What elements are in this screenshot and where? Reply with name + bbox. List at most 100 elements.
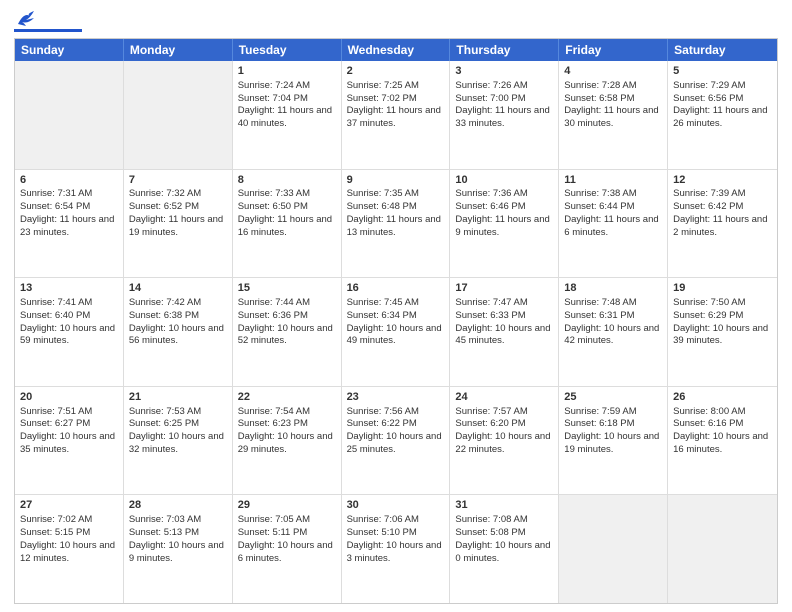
day-number: 15	[238, 281, 336, 296]
calendar-cell: 21Sunrise: 7:53 AMSunset: 6:25 PMDayligh…	[124, 387, 233, 495]
day-number: 20	[20, 390, 118, 405]
calendar-cell: 14Sunrise: 7:42 AM Sunset: 6:38 PM Dayligh…	[124, 278, 233, 386]
daylight-text: Daylight: 10 hours and 0 minutes.	[455, 540, 550, 564]
calendar-cell: 31Sunrise: 7:08 AMSunset: 5:08 PMDayligh…	[450, 495, 559, 603]
sunset-text: Sunset: 6:46 PM	[455, 201, 525, 212]
daylight-text: Daylight: 11 hours and 40 minutes.	[238, 105, 332, 129]
daylight-text: Daylight: 11 hours and 23 minutes.	[20, 214, 114, 238]
calendar-row-1: 6Sunrise: 7:31 AMSunset: 6:54 PMDaylight…	[15, 170, 777, 279]
day-number: 29	[238, 498, 336, 513]
day-number: 18	[564, 281, 662, 296]
daylight-text: Daylight: 11 hours and 33 minutes.	[455, 105, 549, 129]
sunset-text: Sunset: 5:10 PM	[347, 527, 417, 538]
sunset-text: Sunset: 6:42 PM	[673, 201, 743, 212]
daylight-text: Daylight: 11 hours and 9 minutes.	[455, 214, 549, 238]
calendar-body: 1Sunrise: 7:24 AMSunset: 7:04 PMDaylight…	[15, 61, 777, 603]
sunrise-text: Sunrise: 7:38 AM	[564, 188, 636, 199]
day-number: 2	[347, 64, 445, 79]
calendar-cell: 25Sunrise: 7:59 AMSunset: 6:18 PMDayligh…	[559, 387, 668, 495]
header-day-friday: Friday	[559, 39, 668, 61]
calendar-cell: 18Sunrise: 7:48 AMSunset: 6:31 PMDayligh…	[559, 278, 668, 386]
header-day-wednesday: Wednesday	[342, 39, 451, 61]
calendar-cell	[15, 61, 124, 169]
sunrise-text: Sunrise: 8:00 AM	[673, 406, 745, 417]
sunrise-text: Sunrise: 7:05 AM	[238, 514, 310, 525]
day-number: 14	[129, 281, 227, 296]
calendar-cell: 27Sunrise: 7:02 AMSunset: 5:15 PMDayligh…	[15, 495, 124, 603]
sunrise-text: Sunrise: 7:56 AM	[347, 406, 419, 417]
sunrise-text: Sunrise: 7:41 AM	[20, 297, 92, 308]
sunrise-text: Sunrise: 7:28 AM	[564, 80, 636, 91]
header-day-monday: Monday	[124, 39, 233, 61]
day-number: 3	[455, 64, 553, 79]
sunset-text: Sunset: 6:22 PM	[347, 418, 417, 429]
sunset-text: Sunset: 5:15 PM	[20, 527, 90, 538]
sunset-text: Sunset: 6:52 PM	[129, 201, 199, 212]
day-number: 24	[455, 390, 553, 405]
calendar-cell: 2Sunrise: 7:25 AMSunset: 7:02 PMDaylight…	[342, 61, 451, 169]
header-day-tuesday: Tuesday	[233, 39, 342, 61]
day-number: 5	[673, 64, 772, 79]
sunrise-text: Sunrise: 7:03 AM	[129, 514, 201, 525]
calendar-row-2: 13Sunrise: 7:41 AMSunset: 6:40 PMDayligh…	[15, 278, 777, 387]
sunset-text: Sunset: 5:13 PM	[129, 527, 199, 538]
daylight-text: Daylight: 10 hours and 52 minutes.	[238, 323, 333, 347]
sunset-text: Sunset: 6:50 PM	[238, 201, 308, 212]
day-number: 28	[129, 498, 227, 513]
logo-bird-icon	[16, 10, 38, 28]
sunset-text: Sunset: 6:44 PM	[564, 201, 634, 212]
calendar-cell	[124, 61, 233, 169]
daylight-text: Daylight: 10 hours and 45 minutes.	[455, 323, 550, 347]
sunset-text: Sunset: 6:18 PM	[564, 418, 634, 429]
daylight-text: Daylight: 10 hours and 3 minutes.	[347, 540, 442, 564]
daylight-text: Daylight: 11 hours and 13 minutes.	[347, 214, 441, 238]
calendar-cell: 17Sunrise: 7:47 AMSunset: 6:33 PMDayligh…	[450, 278, 559, 386]
day-number: 12	[673, 173, 772, 188]
calendar-cell: 6Sunrise: 7:31 AMSunset: 6:54 PMDaylight…	[15, 170, 124, 278]
sunrise-text: Sunrise: 7:54 AM	[238, 406, 310, 417]
sunrise-text: Sunrise: 7:53 AM	[129, 406, 201, 417]
sunrise-text: Sunrise: 7:59 AM	[564, 406, 636, 417]
calendar-cell: 13Sunrise: 7:41 AMSunset: 6:40 PMDayligh…	[15, 278, 124, 386]
sunrise-text: Sunrise: 7:35 AM	[347, 188, 419, 199]
daylight-text: Daylight: 10 hours and 39 minutes.	[673, 323, 768, 347]
calendar-cell: 11Sunrise: 7:38 AMSunset: 6:44 PMDayligh…	[559, 170, 668, 278]
sunset-text: Sunset: 6:27 PM	[20, 418, 90, 429]
day-number: 10	[455, 173, 553, 188]
day-number: 30	[347, 498, 445, 513]
sunset-text: Sunset: 6:31 PM	[564, 310, 634, 321]
day-number: 19	[673, 281, 772, 296]
logo-underline	[14, 29, 82, 32]
calendar-cell: 10Sunrise: 7:36 AMSunset: 6:46 PMDayligh…	[450, 170, 559, 278]
daylight-text: Daylight: 11 hours and 16 minutes.	[238, 214, 332, 238]
daylight-text: Daylight: 10 hours and 6 minutes.	[238, 540, 333, 564]
sunset-text: Sunset: 6:40 PM	[20, 310, 90, 321]
sunrise-text: Sunrise: 7:42 AM	[129, 297, 201, 308]
calendar-cell: 15Sunrise: 7:44 AMSunset: 6:36 PMDayligh…	[233, 278, 342, 386]
sunset-text: Sunset: 6:25 PM	[129, 418, 199, 429]
daylight-text: Daylight: 11 hours and 26 minutes.	[673, 105, 767, 129]
daylight-text: Daylight: 10 hours and 29 minutes.	[238, 431, 333, 455]
daylight-text: Daylight: 10 hours and 32 minutes.	[129, 431, 224, 455]
header-day-saturday: Saturday	[668, 39, 777, 61]
daylight-text: Daylight: 10 hours and 25 minutes.	[347, 431, 442, 455]
calendar-cell: 28Sunrise: 7:03 AMSunset: 5:13 PMDayligh…	[124, 495, 233, 603]
sunset-text: Sunset: 7:02 PM	[347, 93, 417, 104]
sunrise-text: Sunrise: 7:39 AM	[673, 188, 745, 199]
sunset-text: Sunset: 6:54 PM	[20, 201, 90, 212]
day-number: 25	[564, 390, 662, 405]
calendar-header: SundayMondayTuesdayWednesdayThursdayFrid…	[15, 39, 777, 61]
calendar-cell: 24Sunrise: 7:57 AMSunset: 6:20 PMDayligh…	[450, 387, 559, 495]
calendar-cell: 12Sunrise: 7:39 AMSunset: 6:42 PMDayligh…	[668, 170, 777, 278]
day-number: 9	[347, 173, 445, 188]
daylight-text: Daylight: 10 hours and 42 minutes.	[564, 323, 659, 347]
calendar-cell: 22Sunrise: 7:54 AMSunset: 6:23 PMDayligh…	[233, 387, 342, 495]
sunset-text: Sunset: 6:38 PM	[129, 310, 199, 321]
sunrise-text: Sunrise: 7:32 AM	[129, 188, 201, 199]
daylight-text: Daylight: 10 hours and 56 minutes.	[129, 323, 224, 347]
calendar-cell	[559, 495, 668, 603]
sunset-text: Sunset: 5:11 PM	[238, 527, 308, 538]
calendar-cell: 4Sunrise: 7:28 AMSunset: 6:58 PMDaylight…	[559, 61, 668, 169]
sunrise-text: Sunrise: 7:47 AM	[455, 297, 527, 308]
sunset-text: Sunset: 6:16 PM	[673, 418, 743, 429]
